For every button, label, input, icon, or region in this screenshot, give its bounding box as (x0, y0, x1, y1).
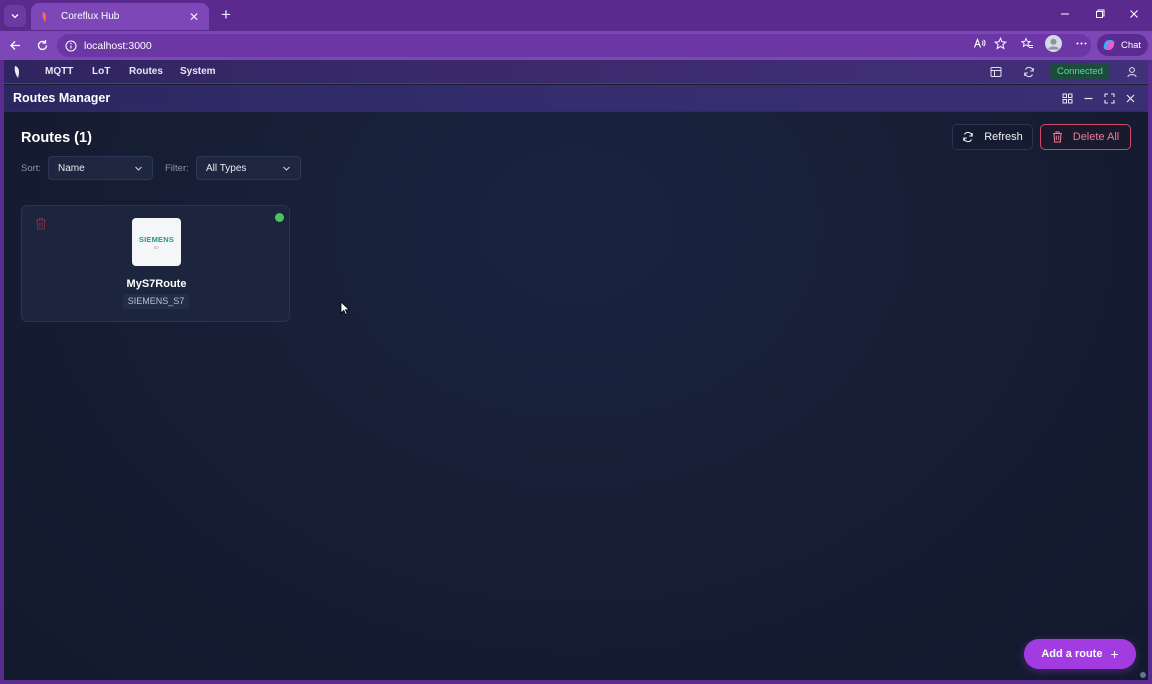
app-navbar: MQTT LoT Routes System Connected (4, 60, 1148, 84)
url-field[interactable]: localhost:3000 (57, 34, 1091, 57)
minimize-icon (1061, 13, 1069, 15)
route-card[interactable]: SIEMENS S7 MyS7Route SIEMENS_S7 (21, 205, 290, 322)
route-status-indicator (275, 213, 284, 222)
routes-content: Routes (1) Refresh Delete All Sort: Name… (4, 112, 1148, 680)
close-icon (1126, 94, 1134, 102)
sync-button[interactable] (1022, 65, 1036, 79)
minimize-icon (1084, 97, 1092, 99)
chevron-down-icon (11, 14, 19, 19)
chat-label: Chat (1121, 39, 1142, 51)
refresh-button[interactable]: Refresh (952, 124, 1033, 150)
filter-value: All Types (206, 162, 247, 174)
panel-grid-button[interactable] (1060, 91, 1074, 105)
panel-close-button[interactable] (1123, 91, 1137, 105)
nav-item-lot[interactable]: LoT (92, 66, 110, 77)
read-aloud-icon (973, 37, 985, 48)
trash-icon (1052, 131, 1062, 143)
browser-tab-bar: Coreflux Hub ✕ + (0, 0, 1152, 31)
refresh-label: Refresh (984, 131, 1023, 143)
minimize-window-button[interactable] (1057, 6, 1073, 22)
layout-icon (990, 67, 1002, 77)
logo-text: SIEMENS (138, 234, 175, 244)
chevron-down-icon (135, 166, 142, 171)
sort-select[interactable]: Name (48, 156, 153, 180)
grid-icon (1062, 93, 1072, 103)
reload-button[interactable] (34, 37, 51, 54)
add-route-label: Add a route (1041, 648, 1103, 660)
more-horizontal-icon (1076, 42, 1086, 44)
resize-handle[interactable] (1140, 672, 1146, 678)
route-type-badge: SIEMENS_S7 (123, 294, 189, 309)
restore-icon (1096, 9, 1105, 18)
siemens-logo: SIEMENS S7 (132, 218, 181, 266)
back-button[interactable] (7, 37, 24, 54)
routes-heading: Routes (1) (21, 130, 92, 146)
chevron-down-icon (283, 166, 290, 171)
refresh-icon (963, 131, 973, 143)
close-icon (1130, 10, 1138, 18)
profile-avatar[interactable] (1045, 35, 1062, 52)
coreflux-logo-icon[interactable] (12, 65, 22, 79)
reload-icon (37, 40, 48, 51)
url-text: localhost:3000 (84, 39, 152, 52)
new-tab-button[interactable]: + (216, 5, 236, 25)
browser-menu-button[interactable] (1074, 36, 1088, 50)
panel-maximize-button[interactable] (1102, 91, 1116, 105)
tab-close-icon[interactable]: ✕ (187, 10, 201, 24)
info-icon (65, 40, 77, 51)
close-window-button[interactable] (1126, 6, 1142, 22)
delete-all-button[interactable]: Delete All (1040, 124, 1131, 150)
delete-all-label: Delete All (1072, 131, 1120, 143)
maximize-icon (1103, 92, 1115, 104)
copilot-chat-button[interactable]: Chat (1097, 34, 1148, 56)
app-window: MQTT LoT Routes System Connected Routes … (4, 60, 1148, 680)
panel-minimize-button[interactable] (1081, 91, 1095, 105)
connection-status-badge: Connected (1050, 64, 1110, 80)
favorites-icon (1020, 36, 1033, 48)
layout-button[interactable] (989, 65, 1003, 79)
sort-label: Sort: (21, 163, 42, 174)
trash-icon[interactable] (35, 217, 47, 230)
user-icon (1127, 67, 1137, 78)
add-route-button[interactable]: Add a route + (1024, 639, 1136, 669)
filter-label: Filter: (165, 163, 189, 174)
user-button[interactable] (1125, 65, 1139, 79)
sync-icon (1024, 66, 1034, 78)
tab-title: Coreflux Hub (61, 11, 120, 22)
browser-tab[interactable]: Coreflux Hub ✕ (31, 3, 209, 30)
favorites-bar-button[interactable] (1020, 36, 1034, 50)
nav-item-mqtt[interactable]: MQTT (45, 66, 73, 77)
mouse-cursor-icon (340, 301, 350, 316)
favorite-button[interactable] (993, 36, 1007, 50)
sort-value: Name (58, 162, 85, 174)
nav-item-routes[interactable]: Routes (129, 66, 163, 77)
restore-window-button[interactable] (1092, 6, 1108, 22)
plus-icon: + (1110, 646, 1119, 662)
copilot-icon (1103, 40, 1115, 50)
read-aloud-button[interactable] (972, 36, 986, 50)
route-name: MyS7Route (126, 278, 187, 290)
logo-subtext: S7 (154, 244, 159, 250)
star-icon (993, 36, 1007, 49)
nav-item-system[interactable]: System (180, 66, 216, 77)
panel-header: Routes Manager (4, 85, 1148, 112)
filter-select[interactable]: All Types (196, 156, 301, 180)
arrow-left-icon (10, 41, 20, 50)
avatar-icon (1045, 35, 1062, 52)
panel-title: Routes Manager (13, 91, 111, 105)
coreflux-favicon-icon (42, 11, 47, 22)
tab-list-button[interactable] (4, 5, 26, 27)
browser-address-bar: localhost:3000 Chat (0, 31, 1152, 60)
